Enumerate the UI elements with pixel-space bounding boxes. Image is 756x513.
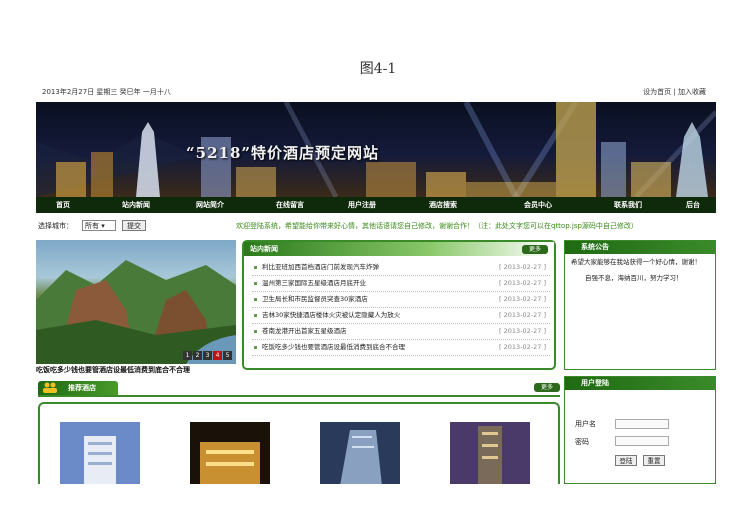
hotel-slideshow[interactable]: 1 2 3 4 5 — [36, 240, 236, 364]
news-item-date: [ 2013-02-27 ] — [499, 311, 546, 319]
hotel-gallery — [38, 402, 560, 484]
news-more-button[interactable]: 更多 — [522, 245, 548, 254]
login-panel-header: 用户登陆 — [565, 377, 715, 390]
mountain-scenery-image — [36, 260, 236, 364]
header-divider — [38, 395, 560, 397]
recommended-hotels: 推荐酒店 更多 — [36, 380, 560, 484]
hotel-image[interactable] — [190, 422, 270, 484]
recommended-tab: 推荐酒店 — [38, 381, 118, 395]
top-links: 设为首页 | 加入收藏 — [643, 84, 706, 100]
news-item[interactable]: 吉林30家快捷酒店楼体火灾被认定隐藏人为放火 [ 2013-02-27 ] — [252, 308, 550, 324]
nav-hotel-search[interactable]: 酒店搜索 — [429, 197, 457, 213]
city-submit-button[interactable]: 提交 — [122, 220, 146, 231]
nav-member-center[interactable]: 会员中心 — [524, 197, 552, 213]
slideshow-caption[interactable]: 吃饭吃多少钱也要管酒店设最低消费到底合不合理 — [36, 365, 256, 375]
current-date: 2013年2月27日 星期三 癸巳年 一月十八 — [42, 88, 171, 96]
top-bar: 2013年2月27日 星期三 癸巳年 一月十八 设为首页 | 加入收藏 — [36, 84, 716, 100]
news-item[interactable]: 苍南龙港开出首家五星级酒店 [ 2013-02-27 ] — [252, 324, 550, 340]
news-item-date: [ 2013-02-27 ] — [499, 263, 546, 271]
slideshow-pager: 1 2 3 4 5 — [183, 351, 232, 360]
news-panel-title: 站内新闻 — [250, 245, 278, 253]
news-item-date: [ 2013-02-27 ] — [499, 343, 546, 351]
news-item-title: 卫生局长和市民监督员突查30家酒店 — [262, 295, 368, 303]
news-item-date: [ 2013-02-27 ] — [499, 327, 546, 335]
news-item-date: [ 2013-02-27 ] — [499, 295, 546, 303]
link-separator: | — [673, 88, 676, 96]
bullet-icon — [254, 282, 257, 285]
nav-contact[interactable]: 联系我们 — [614, 197, 642, 213]
recommended-title: 推荐酒店 — [68, 384, 96, 392]
main-nav: 首页 站内新闻 网站简介 在线留言 用户注册 酒店搜索 会员中心 联系我们 后台 — [36, 197, 716, 213]
notice-slogan: 自强不息，海纳百川，努力学习！ — [585, 274, 683, 282]
password-input[interactable] — [615, 436, 669, 446]
news-item[interactable]: 吃饭吃多少钱也要管酒店设最低消费到底合不合理 [ 2013-02-27 ] — [252, 340, 550, 356]
slide-page-3[interactable]: 3 — [203, 351, 212, 360]
slide-page-2[interactable]: 2 — [193, 351, 202, 360]
nav-register[interactable]: 用户注册 — [348, 197, 376, 213]
slide-page-1[interactable]: 1 — [183, 351, 192, 360]
nav-about[interactable]: 网站简介 — [196, 197, 224, 213]
notice-panel-header: 系统公告 — [565, 241, 715, 254]
slide-page-4[interactable]: 4 — [213, 351, 222, 360]
hotel-image[interactable] — [320, 422, 400, 484]
news-item-date: [ 2013-02-27 ] — [499, 279, 546, 287]
city-select-value: 所有 — [85, 222, 99, 230]
login-panel: 用户登陆 用户名 密码 登陆 重置 — [564, 376, 716, 484]
news-item[interactable]: 利比亚班加西首档酒店门前发现汽车炸弹 [ 2013-02-27 ] — [252, 260, 550, 276]
recommended-more-button[interactable]: 更多 — [534, 383, 560, 392]
website-screenshot: 2013年2月27日 星期三 癸巳年 一月十八 设为首页 | 加入收藏 “521… — [36, 84, 716, 484]
slide-page-5[interactable]: 5 — [223, 351, 232, 360]
bullet-icon — [254, 346, 257, 349]
city-select[interactable]: 所有 ▾ — [82, 220, 116, 231]
city-select-label: 选择城市： — [38, 222, 73, 230]
welcome-marquee: 欢迎登陆系统，希望能给你带来好心情，其他话语请您自己修改，谢谢合作！（注：此处文… — [236, 222, 638, 230]
hotel-image[interactable] — [450, 422, 530, 484]
site-banner: “5218”特价酒店预定网站 — [36, 102, 716, 197]
nav-admin[interactable]: 后台 — [686, 197, 700, 213]
news-item-title: 苍南龙港开出首家五星级酒店 — [262, 327, 347, 335]
news-item[interactable]: 卫生局长和市民监督员突查30家酒店 [ 2013-02-27 ] — [252, 292, 550, 308]
set-home-link[interactable]: 设为首页 — [643, 88, 671, 96]
bullet-icon — [254, 314, 257, 317]
recommended-header: 推荐酒店 更多 — [36, 380, 560, 396]
bullet-icon — [254, 298, 257, 301]
news-panel-header: 站内新闻 — [244, 242, 554, 256]
hotel-image[interactable] — [60, 422, 140, 484]
nav-home[interactable]: 首页 — [56, 197, 70, 213]
news-item-title: 温州第三家国际五星级酒店月底开业 — [262, 279, 366, 287]
notice-panel-title: 系统公告 — [581, 243, 609, 251]
people-icon — [43, 382, 57, 393]
notice-panel: 系统公告 希望大家能够在我站获得一个好心情，谢谢！ 自强不息，海纳百川，努力学习… — [564, 240, 716, 370]
bullet-icon — [254, 330, 257, 333]
city-select-bar: 选择城市： 所有 ▾ 提交 欢迎登陆系统，希望能给你带来好心情，其他话语请您自己… — [36, 218, 716, 234]
banner-title: “5218”特价酒店预定网站 — [186, 144, 380, 162]
notice-text: 希望大家能够在我站获得一个好心情，谢谢！ — [571, 258, 701, 266]
news-item-title: 吉林30家快捷酒店楼体火灾被认定隐藏人为放火 — [262, 311, 401, 319]
news-item-title: 利比亚班加西首档酒店门前发现汽车炸弹 — [262, 263, 379, 271]
bullet-icon — [254, 266, 257, 269]
login-button[interactable]: 登陆 — [615, 455, 637, 466]
nav-news[interactable]: 站内新闻 — [122, 197, 150, 213]
nav-guestbook[interactable]: 在线留言 — [276, 197, 304, 213]
news-item[interactable]: 温州第三家国际五星级酒店月底开业 [ 2013-02-27 ] — [252, 276, 550, 292]
news-item-title: 吃饭吃多少钱也要管酒店设最低消费到底合不合理 — [262, 343, 405, 351]
news-panel: 站内新闻 更多 利比亚班加西首档酒店门前发现汽车炸弹 [ 2013-02-27 ]… — [242, 240, 556, 370]
add-favorite-link[interactable]: 加入收藏 — [678, 88, 706, 96]
notice-content: 希望大家能够在我站获得一个好心情，谢谢！ 自强不息，海纳百川，努力学习！ — [571, 257, 711, 283]
login-panel-title: 用户登陆 — [581, 379, 609, 387]
password-label: 密码 — [575, 438, 589, 446]
figure-caption: 图4-1 — [359, 61, 397, 77]
username-label: 用户名 — [575, 420, 596, 428]
reset-button[interactable]: 重置 — [643, 455, 665, 466]
username-input[interactable] — [615, 419, 669, 429]
